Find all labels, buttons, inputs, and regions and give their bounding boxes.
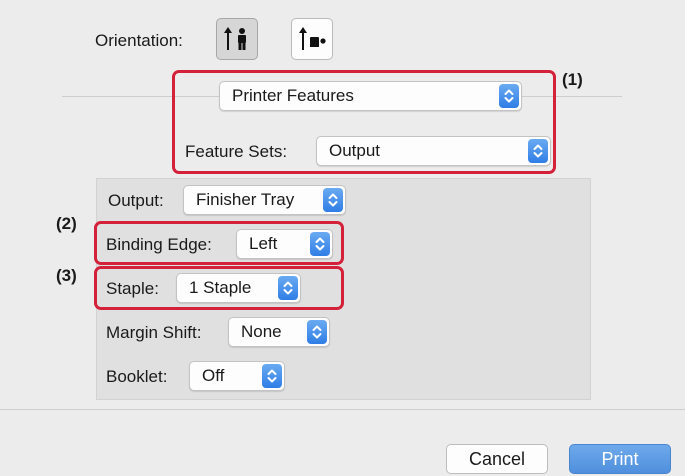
landscape-orientation-button[interactable] <box>291 18 333 60</box>
callout-box-1 <box>172 70 556 174</box>
cancel-button[interactable]: Cancel <box>446 444 548 474</box>
callout-box-2 <box>94 221 344 265</box>
orientation-label: Orientation: <box>95 31 183 50</box>
portrait-orientation-icon <box>224 27 246 50</box>
footer-divider <box>0 409 685 410</box>
print-button[interactable]: Print <box>569 444 671 474</box>
callout-number-3: (3) <box>56 266 77 285</box>
landscape-orientation-icon <box>299 27 326 50</box>
booklet-label: Booklet: <box>106 367 168 386</box>
callout-number-1: (1) <box>562 70 583 89</box>
output-value: Finisher Tray <box>196 190 295 209</box>
up-down-chevron-icon <box>307 320 327 344</box>
output-popup[interactable]: Finisher Tray <box>183 185 346 215</box>
up-down-chevron-icon <box>262 364 282 388</box>
up-down-chevron-icon <box>323 188 343 212</box>
callout-number-2: (2) <box>56 214 77 233</box>
portrait-orientation-button[interactable] <box>216 18 258 60</box>
margin-shift-value: None <box>241 322 282 341</box>
booklet-value: Off <box>202 366 225 385</box>
margin-shift-label: Margin Shift: <box>106 323 202 342</box>
booklet-popup[interactable]: Off <box>189 361 285 391</box>
callout-box-3 <box>94 266 344 310</box>
margin-shift-popup[interactable]: None <box>228 317 330 347</box>
output-label: Output: <box>108 191 164 210</box>
